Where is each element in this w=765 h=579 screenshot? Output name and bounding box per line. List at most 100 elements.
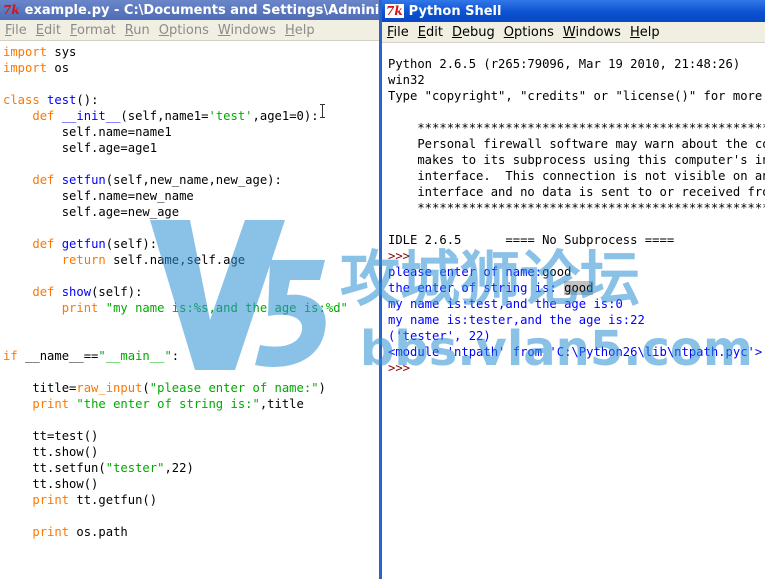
editor-line: import sys [3,44,348,60]
editor-token [3,285,32,299]
editor-token: def [32,237,55,251]
editor-token: "my name is:%s,and the age is:%d" [105,301,348,315]
editor-token: def [32,285,55,299]
shell-line: >>> [388,360,765,376]
editor-token: __init__ [61,109,121,123]
shell-line: please enter of name:good [388,264,765,280]
editor-token [3,253,62,267]
editor-token [3,301,62,315]
editor-token: print [61,301,99,315]
editor-menu-help[interactable]: Help [282,23,321,38]
editor-menubar: File Edit Format Run Options Windows Help [0,20,382,41]
editor-line: print "the enter of string is:",title [3,396,348,412]
shell-line: the enter of string is: good [388,280,765,296]
editor-token [3,397,32,411]
shell-token: ****************************************… [417,121,765,135]
editor-token: raw_input [76,381,143,395]
shell-menu-debug[interactable]: Debug [449,25,501,40]
editor-token: setfun [61,173,106,187]
editor-line: title=raw_input("please enter of name:") [3,380,348,396]
editor-token: class [3,93,40,107]
shell-token: IDLE 2.6.5 ==== No Subprocess ==== [388,233,675,247]
editor-token: (self): [105,237,158,251]
editor-token [54,109,61,123]
editor-token: sys [47,45,77,59]
editor-menu-run[interactable]: Run [122,23,156,38]
shell-menu-windows[interactable]: Windows [560,25,627,40]
editor-titlebar[interactable]: 7k example.py - C:\Documents and Setting… [0,0,382,20]
editor-token: (self,new_name,new_age): [105,173,282,187]
editor-menu-options[interactable]: Options [156,23,215,38]
shell-token: <module 'ntpath' from 'C:\Python26\lib\n… [388,345,763,359]
python-shell-window[interactable]: 7k Python Shell File Edit Debug Options Wind… [379,0,765,579]
shell-line: Personal firewall software may warn abou… [388,136,765,152]
editor-token: import [3,45,48,59]
shell-token: Python 2.6.5 (r265:79096, Mar 19 2010, 2… [388,57,741,71]
shell-output[interactable]: Python 2.6.5 (r265:79096, Mar 19 2010, 2… [388,56,765,376]
shell-menu-options[interactable]: Options [501,25,560,40]
editor-token: import [3,61,48,75]
shell-line: <module 'ntpath' from 'C:\Python26\lib\n… [388,344,765,360]
editor-line: tt.setfun("tester",22) [3,460,348,476]
editor-token: 'test' [208,109,253,123]
editor-line: print tt.getfun() [3,492,348,508]
shell-menu-file[interactable]: File [384,25,415,40]
editor-token [3,493,32,507]
editor-token [54,237,61,251]
shell-token: please enter of name: [388,265,543,279]
tk-feather-icon: 7k [385,4,404,18]
editor-token: ( [142,381,150,395]
editor-token: print [32,397,70,411]
shell-menu-help[interactable]: Help [627,25,666,40]
editor-token: (self): [91,285,143,299]
editor-token: "please enter of name:" [149,381,319,395]
shell-menu-edit[interactable]: Edit [415,25,449,40]
editor-token [54,173,61,187]
editor-menu-format[interactable]: Format [67,23,122,38]
editor-token [3,525,32,539]
editor-token: ) [318,381,326,395]
code-editor[interactable]: import sys import os class test(): def __… [3,44,348,540]
editor-menu-edit[interactable]: Edit [33,23,67,38]
editor-token: print [32,525,70,539]
editor-token: self.name=name1 [3,125,172,139]
editor-token: ,age1=0): [252,109,319,123]
ibeam-cursor-icon [320,104,325,118]
shell-line: interface. This connection is not visibl… [388,168,765,184]
editor-menu-windows[interactable]: Windows [215,23,282,38]
shell-token: Personal firewall software may warn abou… [417,137,765,151]
editor-token: tt=test() [3,429,99,443]
editor-token: (): [76,93,99,107]
shell-title: Python Shell [408,3,502,19]
shell-token: good [564,281,594,295]
editor-token: "tester" [105,461,165,475]
shell-line: IDLE 2.6.5 ==== No Subprocess ==== [388,232,765,248]
shell-titlebar[interactable]: 7k Python Shell [382,0,765,22]
shell-line: ('tester', 22) [388,328,765,344]
editor-line: print os.path [3,524,348,540]
editor-token [54,285,61,299]
editor-token: return [61,253,106,267]
editor-token: "the enter of string is:" [76,397,260,411]
editor-line: self.name=name1 [3,124,348,140]
editor-line: import os [3,60,348,76]
shell-token: good [542,265,572,279]
editor-token: show [61,285,92,299]
shell-line: ****************************************… [388,200,765,216]
editor-line: self.age=age1 [3,140,348,156]
shell-line: ****************************************… [388,120,765,136]
editor-token: ,title [259,397,304,411]
editor-token [98,301,105,315]
editor-window[interactable]: 7k example.py - C:\Documents and Setting… [0,0,382,579]
tk-feather-icon: 7k [3,3,20,17]
shell-menubar: File Edit Debug Options Windows Help [382,22,765,43]
editor-token: "__main__" [98,349,172,363]
editor-token: (self,name1= [120,109,209,123]
editor-token: os.path [69,525,128,539]
editor-menu-file[interactable]: File [2,23,33,38]
editor-token: __name__== [17,349,99,363]
